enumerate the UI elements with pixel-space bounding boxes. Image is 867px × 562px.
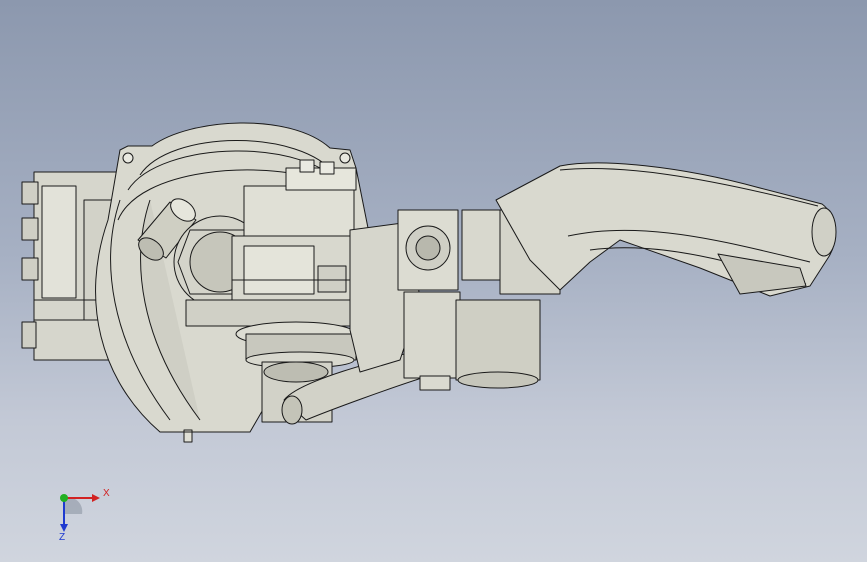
coordinate-triad: X Z xyxy=(46,480,116,546)
robot-arm-model[interactable] xyxy=(0,0,867,562)
forearm xyxy=(495,162,837,297)
graphics-viewport[interactable]: X Z xyxy=(0,0,867,562)
x-axis-label: X xyxy=(103,488,110,499)
z-axis-label: Z xyxy=(59,532,66,543)
